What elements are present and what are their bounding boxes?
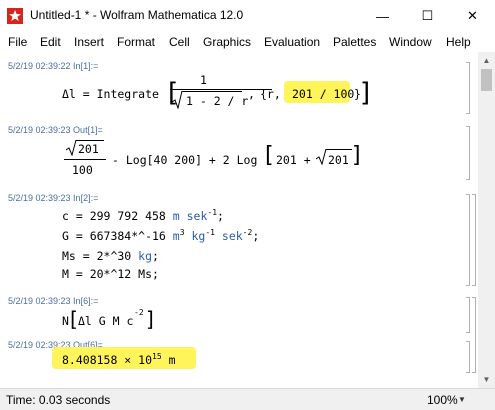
- close-icon: ✕: [467, 8, 478, 23]
- upper-limit: 201 / 100: [292, 87, 355, 101]
- input-constants-line-1[interactable]: c = 299 792 458 m sek-1;: [62, 208, 224, 223]
- output-result: 8.408158 × 1015 m: [62, 352, 176, 367]
- cell-bracket-out1[interactable]: [466, 126, 470, 180]
- cell-label-in2: 5/2/19 02:39:23 In[2]:=: [8, 193, 99, 203]
- input-constants-line-3[interactable]: Ms = 2*^30 kg;: [62, 249, 159, 263]
- maximize-button[interactable]: ☐: [405, 0, 450, 32]
- title-bar: Untitled-1 * - Wolfram Mathematica 12.0 …: [0, 0, 495, 32]
- group-bracket-in6[interactable]: [472, 297, 476, 373]
- menu-format[interactable]: Format: [117, 35, 155, 49]
- output-open-bracket: [: [265, 143, 274, 168]
- timing-status: Time: 0.03 seconds: [6, 393, 111, 407]
- sqrt-symbol-icon: [66, 140, 78, 156]
- output-frac-num: 201: [78, 142, 99, 156]
- menu-window[interactable]: Window: [389, 35, 432, 49]
- scroll-up-icon[interactable]: ▲: [478, 52, 495, 69]
- minimize-icon: —: [376, 8, 389, 24]
- minimize-button[interactable]: —: [360, 0, 405, 32]
- maximize-icon: ☐: [421, 8, 434, 23]
- sqrt-symbol-icon: [316, 149, 328, 165]
- menu-evaluation[interactable]: Evaluation: [264, 35, 320, 49]
- cell-bracket-in6[interactable]: [466, 297, 470, 333]
- cell-bracket-out6[interactable]: [466, 341, 470, 373]
- scroll-thumb[interactable]: [481, 69, 492, 91]
- sqrt-symbol-icon: [172, 91, 184, 109]
- output-log-terms: - Log[40 200] + 2 Log: [112, 153, 258, 167]
- integrate-lhs: Δl = Integrate: [62, 87, 159, 101]
- menu-graphics[interactable]: Graphics: [203, 35, 251, 49]
- cell-bracket-in2[interactable]: [466, 194, 470, 286]
- input-constants-line-2[interactable]: G = 667384*^-16 m3 kg-1 sek-2;: [62, 228, 259, 243]
- menu-palettes[interactable]: Palettes: [333, 35, 376, 49]
- fraction-denominator: 1 - 2 / r: [186, 94, 249, 108]
- menu-cell[interactable]: Cell: [169, 35, 190, 49]
- output-frac-den: 100: [72, 163, 93, 177]
- output-close-bracket: ]: [352, 143, 361, 168]
- integrate-comma: ,: [248, 87, 255, 101]
- zoom-dropdown-icon[interactable]: ▼: [458, 395, 466, 404]
- menu-help[interactable]: Help: [446, 35, 471, 49]
- window-title: Untitled-1 * - Wolfram Mathematica 12.0: [30, 8, 244, 22]
- menu-bar: File Edit Insert Format Cell Graphics Ev…: [0, 32, 495, 52]
- scroll-down-icon[interactable]: ▼: [478, 371, 495, 388]
- close-button[interactable]: ✕: [450, 0, 495, 32]
- notebook[interactable]: 5/2/19 02:39:22 In[1]:= Δl = Integrate […: [0, 52, 478, 388]
- fraction-numerator: 1: [200, 73, 207, 87]
- cell-label-out1: 5/2/19 02:39:23 Out[1]=: [8, 125, 103, 135]
- status-bar: Time: 0.03 seconds 100% ▼: [0, 388, 495, 410]
- vertical-scrollbar[interactable]: ▲ ▼: [478, 52, 495, 388]
- output-sum: 201 +: [276, 153, 311, 167]
- menu-insert[interactable]: Insert: [74, 35, 104, 49]
- menu-edit[interactable]: Edit: [40, 35, 61, 49]
- close-bracket: ]: [360, 78, 371, 108]
- input-constants-line-4[interactable]: M = 20*^12 Ms;: [62, 267, 159, 281]
- cell-bracket-in1[interactable]: [466, 62, 470, 114]
- cell-label-in1: 5/2/19 02:39:22 In[1]:=: [8, 61, 99, 71]
- output-sqrt-radicand: 201: [328, 153, 349, 167]
- cell-label-in6: 5/2/19 02:39:23 In[6]:=: [8, 296, 99, 306]
- mathematica-logo-icon: [7, 8, 23, 24]
- menu-file[interactable]: File: [8, 35, 27, 49]
- zoom-level[interactable]: 100%: [427, 393, 458, 407]
- group-bracket-in2[interactable]: [472, 194, 476, 286]
